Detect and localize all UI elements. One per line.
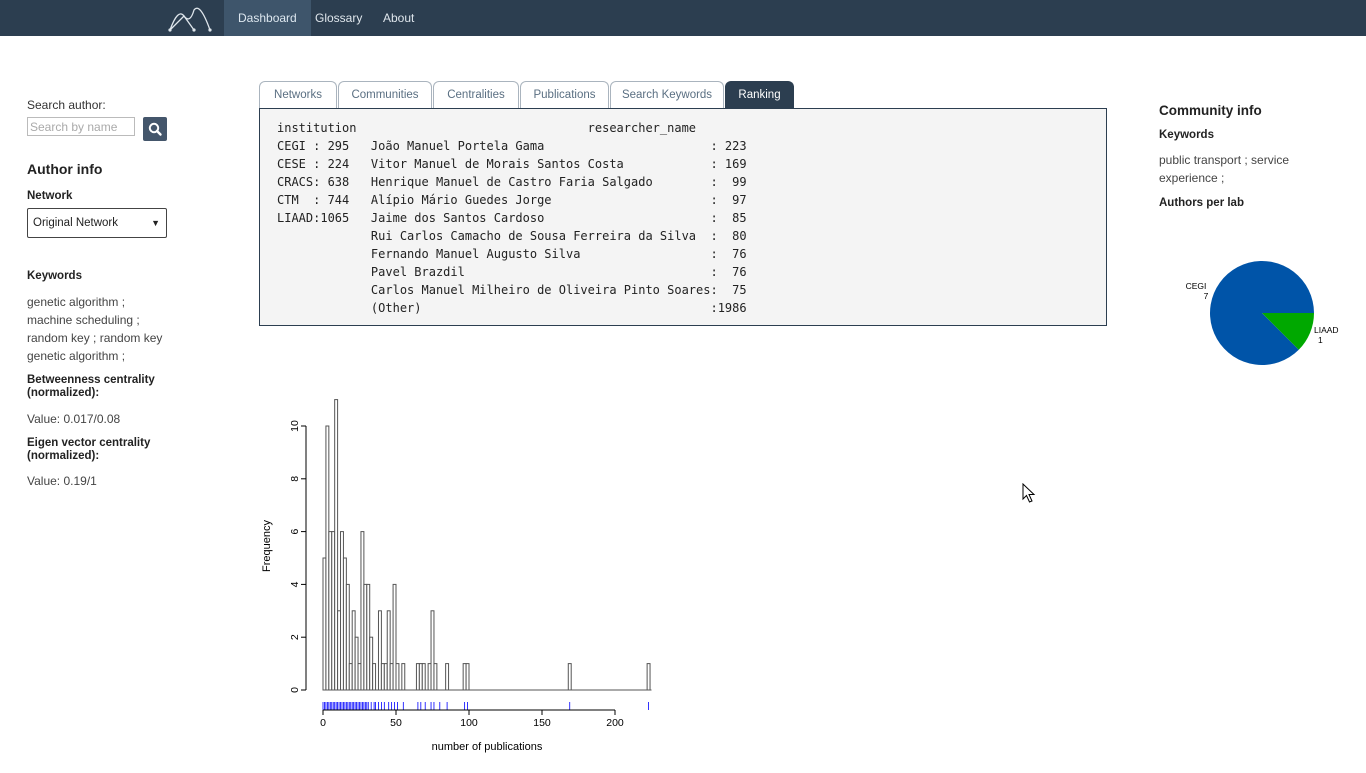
x-tick-label: 200 — [606, 717, 624, 729]
pie-label: CEGI — [1186, 281, 1207, 291]
betweenness-label-line: Betweenness centrality — [27, 374, 155, 386]
app-logo-icon[interactable] — [168, 6, 212, 32]
network-label: Network — [27, 190, 73, 202]
tab-networks[interactable]: Networks — [259, 81, 337, 108]
x-axis-title: number of publications — [432, 741, 543, 753]
top-navbar: Dashboard Glossary About — [0, 0, 1366, 36]
histogram-bar — [433, 663, 438, 691]
search-button[interactable] — [143, 117, 167, 141]
histogram-chart: 0 50 100 150 200 0 2 4 6 8 10 number of publication… — [261, 399, 652, 753]
publications-histogram: 0 50 100 150 200 0 2 4 6 8 10 number of publication… — [259, 336, 691, 768]
ranking-line: (Other) :1986 — [277, 301, 747, 315]
tab-publications[interactable]: Publications — [520, 81, 609, 108]
ranking-line: LIAAD:1065 Jaime dos Santos Cardoso : 85 — [277, 211, 747, 225]
ranking-line: institution researcher_name — [277, 121, 697, 135]
y-axis-title: Frequency — [261, 520, 273, 572]
community-keywords: public transport ; service experience ; — [1159, 151, 1339, 187]
ranking-output: institution researcher_name CEGI : 295 Jo… — [259, 108, 1107, 326]
y-tick-label: 0 — [289, 687, 301, 693]
eigen-label-line: Eigen vector centrality — [27, 437, 151, 449]
histogram-bar — [421, 663, 426, 691]
authors-per-lab-label: Authors per lab — [1159, 197, 1244, 209]
y-tick-label: 10 — [289, 420, 301, 432]
pie-label: LIAAD — [1314, 325, 1339, 335]
x-tick-label: 50 — [390, 717, 402, 729]
tab-search-keywords[interactable]: Search Keywords — [610, 81, 724, 108]
y-tick-label: 4 — [289, 581, 301, 587]
histogram-bar — [567, 663, 572, 691]
eigen-value: Value: 0.19/1 — [27, 474, 97, 488]
x-tick-label: 150 — [533, 717, 551, 729]
y-tick-label: 2 — [289, 634, 301, 640]
author-keywords: genetic algorithm ; machine scheduling ;… — [27, 293, 197, 365]
ranking-line: Pavel Brazdil : 76 — [277, 265, 747, 279]
betweenness-label-line: (normalized): — [27, 387, 100, 399]
ranking-line: CESE : 224 Vitor Manuel de Morais Santos… — [277, 157, 747, 171]
keyword-line: machine scheduling ; — [27, 313, 140, 327]
histogram-bar — [395, 663, 400, 691]
chevron-down-icon: ▼ — [151, 218, 160, 228]
search-input[interactable] — [27, 117, 135, 136]
community-keywords-label: Keywords — [1159, 129, 1214, 141]
x-tick-label: 0 — [320, 717, 326, 729]
authors-per-lab-pie: CEGI 7 LIAAD 1 — [1180, 255, 1366, 375]
search-icon — [148, 122, 162, 136]
y-tick-label: 8 — [289, 476, 301, 482]
y-tick-label: 6 — [289, 529, 301, 535]
nav-glossary[interactable]: Glossary — [301, 0, 376, 36]
tab-communities[interactable]: Communities — [338, 81, 432, 108]
keywords-label: Keywords — [27, 270, 82, 282]
keyword-line: experience ; — [1159, 171, 1225, 185]
community-info-title: Community info — [1159, 103, 1262, 118]
x-tick-label: 100 — [460, 717, 478, 729]
betweenness-value: Value: 0.017/0.08 — [27, 412, 121, 426]
histogram-bar — [401, 663, 406, 691]
histogram-bar — [646, 663, 651, 691]
author-info-title: Author info — [27, 161, 103, 177]
ranking-line: CRACS: 638 Henrique Manuel de Castro Far… — [277, 175, 747, 189]
search-author-label: Search author: — [27, 98, 106, 112]
ranking-table-text: institution researcher_name CEGI : 295 Jo… — [277, 119, 747, 317]
network-select-value: Original Network — [33, 217, 118, 229]
ranking-line: Rui Carlos Camacho de Sousa Ferreira da … — [277, 229, 747, 243]
pie-chart: CEGI7 LIAAD1 — [1186, 261, 1339, 365]
keyword-line: random key ; random key — [27, 331, 163, 345]
ranking-line: CEGI : 295 João Manuel Portela Gama : 22… — [277, 139, 747, 153]
histogram-bar — [465, 663, 470, 691]
histogram-bar — [372, 663, 377, 691]
ranking-line: Fernando Manuel Augusto Silva : 76 — [277, 247, 747, 261]
nav-dashboard[interactable]: Dashboard — [224, 0, 311, 36]
mouse-cursor-icon — [1022, 483, 1036, 503]
ranking-line: Carlos Manuel Milheiro de Oliveira Pinto… — [277, 283, 747, 297]
ranking-line: CTM : 744 Alípio Mário Guedes Jorge : 97 — [277, 193, 747, 207]
nav-about[interactable]: About — [369, 0, 428, 36]
betweenness-label: Betweenness centrality (normalized): — [27, 374, 155, 400]
tab-ranking[interactable]: Ranking — [725, 81, 794, 108]
tab-centralities[interactable]: Centralities — [433, 81, 519, 108]
eigen-label-line: (normalized): — [27, 450, 100, 462]
keyword-line: genetic algorithm ; — [27, 349, 126, 363]
eigen-label: Eigen vector centrality (normalized): — [27, 437, 150, 463]
pie-value-label: 1 — [1318, 335, 1323, 345]
histogram-bar — [445, 663, 450, 691]
keyword-line: public transport ; service — [1159, 153, 1290, 167]
network-select[interactable]: Original Network ▼ — [27, 208, 167, 238]
keyword-line: genetic algorithm ; — [27, 295, 126, 309]
pie-value-label: 7 — [1204, 291, 1209, 301]
